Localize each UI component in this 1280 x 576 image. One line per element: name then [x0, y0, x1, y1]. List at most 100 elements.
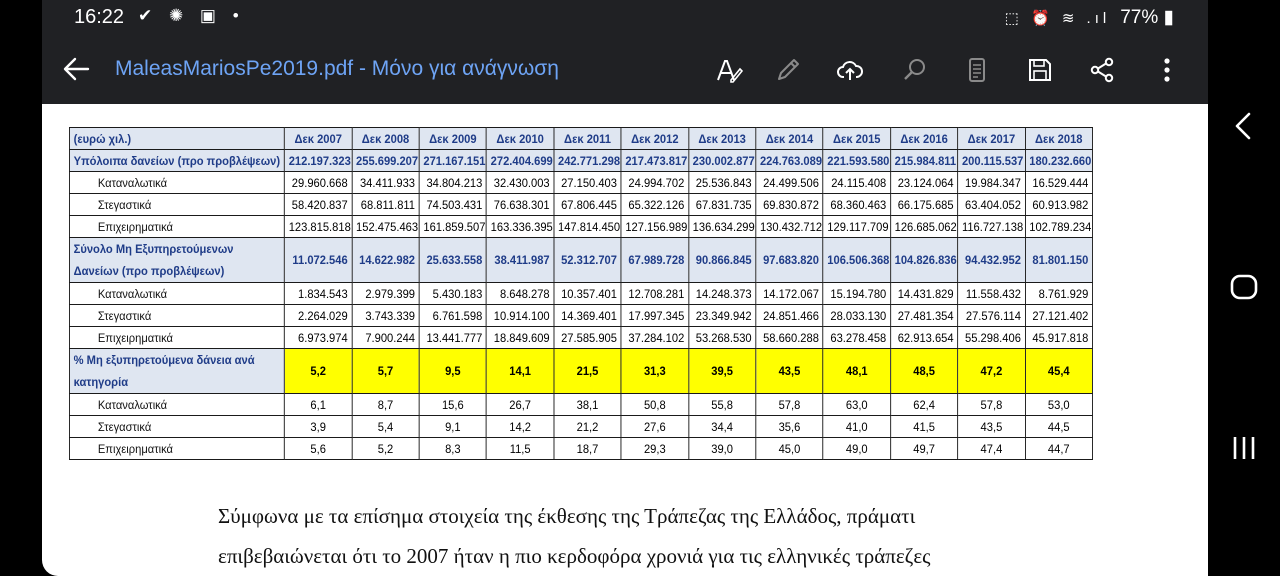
value-cell: 24.115.408	[822, 171, 891, 194]
nav-back-icon[interactable]	[1224, 106, 1264, 146]
value-cell: 11.558.432	[957, 282, 1026, 305]
year-header: Δεκ 2015	[822, 127, 891, 150]
value-cell: 34.411.933	[351, 171, 420, 194]
value-cell: 63,0	[822, 393, 891, 416]
value-cell: 47,4	[957, 437, 1026, 460]
value-cell: 16.529.444	[1024, 171, 1093, 194]
text-annotate-icon[interactable]	[712, 53, 746, 87]
value-cell: 45,0	[755, 437, 824, 460]
value-cell: 271.167.151	[418, 149, 487, 172]
table-row: Καταναλωτικά 1.834.543 2.979.399 5.430.183 8…	[68, 282, 1093, 305]
highlighted-percent-cell: 5,2	[284, 348, 353, 394]
value-cell: 43,5	[957, 415, 1026, 438]
value-cell: 6.973.974	[284, 326, 353, 349]
value-cell: 35,6	[755, 415, 824, 438]
highlighted-percent-cell: 5,7	[351, 348, 420, 394]
value-cell: 180.232.660	[1024, 149, 1093, 172]
value-cell: 8,7	[351, 393, 420, 416]
value-cell: 18.849.609	[486, 326, 555, 349]
paragraph-line: Σύμφωνα με τα επίσημα στοιχεία της έκθεσ…	[218, 504, 916, 528]
share-icon[interactable]	[1085, 53, 1119, 87]
row-label: Επιχειρηματικά	[68, 326, 285, 349]
value-cell: 255.699.207	[351, 149, 420, 172]
value-cell: 21,2	[553, 415, 622, 438]
nav-recents-icon[interactable]	[1224, 428, 1264, 468]
value-cell: 11,5	[486, 437, 555, 460]
table-row: Επιχειρηματικά 123.815.818 152.475.463 161.…	[68, 215, 1093, 238]
value-cell: 55,8	[687, 393, 757, 416]
value-cell: 163.336.395	[486, 215, 555, 238]
value-cell: 65.322.126	[620, 193, 689, 216]
value-cell: 27.150.403	[553, 171, 622, 194]
table-row: Στεγαστικά 2.264.029 3.743.339 6.761.598 10.…	[68, 304, 1093, 327]
value-cell: 74.503.431	[418, 193, 487, 216]
value-cell: 49,7	[889, 437, 959, 460]
year-header: Δεκ 2016	[889, 127, 959, 150]
value-cell: 38,1	[553, 393, 622, 416]
status-system-icons: ⬚ ⏰ ≋ .ıl	[1004, 10, 1111, 27]
value-cell: 3.743.339	[351, 304, 420, 327]
value-cell: 39,0	[687, 437, 757, 460]
value-cell: 81.801.150	[1024, 237, 1093, 283]
value-cell: 90.866.845	[687, 237, 757, 283]
nav-home-icon[interactable]	[1224, 267, 1264, 307]
value-cell: 44,5	[1024, 415, 1093, 438]
value-cell: 45.917.818	[1024, 326, 1093, 349]
value-cell: 24.851.466	[755, 304, 824, 327]
battery-icon: ▮	[1158, 7, 1174, 28]
value-cell: 14,2	[486, 415, 555, 438]
value-cell: 217.473.817	[620, 149, 689, 172]
value-cell: 14.369.401	[553, 304, 622, 327]
search-icon[interactable]	[898, 53, 932, 87]
table-row: Υπόλοιπα δανείων (προ προβλέψεων) 212.197…	[68, 149, 1093, 172]
value-cell: 215.984.811	[889, 149, 959, 172]
value-cell: 10.357.401	[553, 282, 622, 305]
value-cell: 230.002.877	[687, 149, 757, 172]
value-cell: 11.072.546	[284, 237, 353, 283]
value-cell: 27.576.114	[957, 304, 1026, 327]
save-icon[interactable]	[1023, 53, 1057, 87]
highlighted-percent-cell: 47,2	[957, 348, 1026, 394]
value-cell: 5.430.183	[418, 282, 487, 305]
value-cell: 34,4	[687, 415, 757, 438]
value-cell: 50,8	[620, 393, 689, 416]
highlighted-percent-cell: 43,5	[755, 348, 824, 394]
value-cell: 14.431.829	[889, 282, 959, 305]
back-arrow-icon[interactable]	[60, 52, 94, 86]
table-row: Στεγαστικά 3,9 5,4 9,1 14,2 21,2 27,6 34,4 35,6 4…	[68, 415, 1093, 438]
value-cell: 58.660.288	[755, 326, 824, 349]
value-cell: 68.811.811	[351, 193, 420, 216]
value-cell: 12.708.281	[620, 282, 689, 305]
year-header: Δεκ 2018	[1024, 127, 1093, 150]
value-cell: 242.771.298	[553, 149, 622, 172]
value-cell: 57,8	[755, 393, 824, 416]
table-corner-label: (ευρώ χιλ.)	[68, 127, 285, 150]
more-vert-icon[interactable]	[1150, 53, 1184, 87]
row-label: Στεγαστικά	[68, 415, 285, 438]
value-cell: 17.997.345	[620, 304, 689, 327]
value-cell: 6.761.598	[418, 304, 487, 327]
status-time: 16:22	[74, 6, 125, 28]
highlighted-percent-cell: 45,4	[1024, 348, 1093, 394]
document-view-icon[interactable]	[960, 53, 994, 87]
value-cell: 27.121.402	[1024, 304, 1093, 327]
value-cell: 37.284.102	[620, 326, 689, 349]
year-header: Δεκ 2011	[553, 127, 622, 150]
value-cell: 5,2	[351, 437, 420, 460]
value-cell: 13.441.777	[418, 326, 487, 349]
value-cell: 38.411.987	[486, 237, 555, 283]
row-label: % Μη εξυπηρετούμενα δάνεια ανά κατηγορία	[68, 348, 285, 394]
value-cell: 106.506.368	[822, 237, 891, 283]
value-cell: 26,7	[486, 393, 555, 416]
value-cell: 25.536.843	[687, 171, 757, 194]
row-label: Επιχειρηματικά	[68, 215, 285, 238]
cloud-upload-icon[interactable]	[833, 53, 867, 87]
value-cell: 126.685.062	[889, 215, 959, 238]
value-cell: 221.593.580	[822, 149, 891, 172]
highlighted-percent-cell: 48,1	[822, 348, 891, 394]
pen-icon[interactable]	[771, 53, 805, 87]
row-label: Στεγαστικά	[68, 193, 285, 216]
row-label: Καταναλωτικά	[68, 171, 285, 194]
value-cell: 272.404.699	[486, 149, 555, 172]
paragraph-line: επιβεβαιώνεται ότι το 2007 ήταν η πιο κε…	[218, 544, 931, 568]
